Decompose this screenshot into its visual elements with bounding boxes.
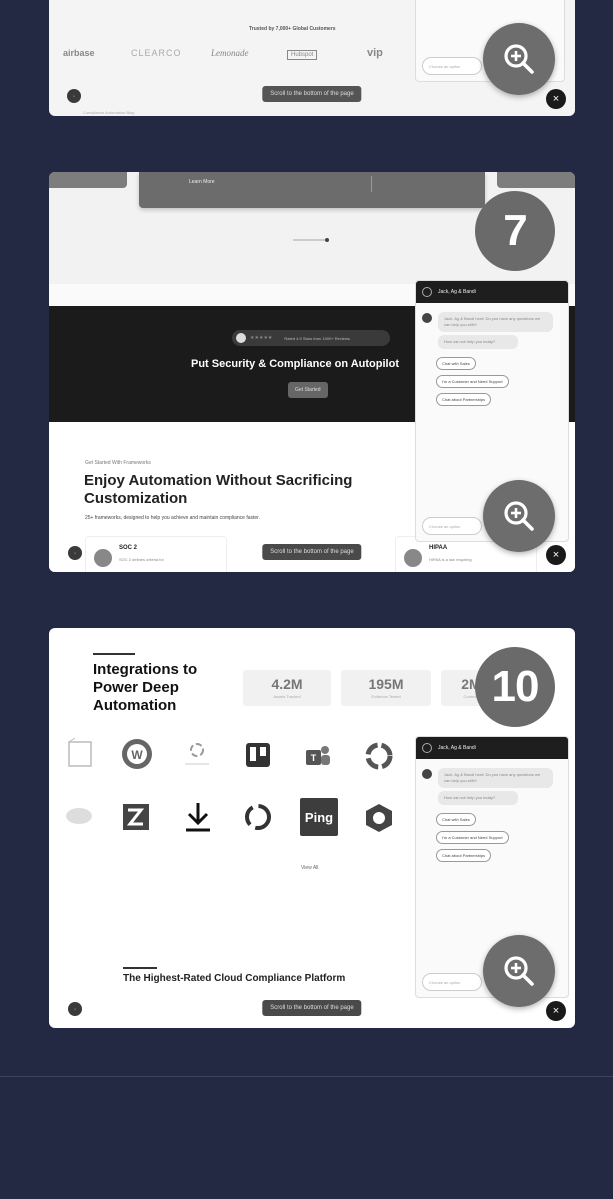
zoom-in-icon[interactable] [483, 23, 555, 95]
logo-clearco: CLEARCO [131, 48, 182, 58]
integrations-heading: Integrations to Power Deep Automation [93, 661, 197, 715]
integration-icon-ping[interactable]: Ping [300, 798, 338, 836]
close-icon[interactable]: × [546, 1001, 566, 1021]
scroll-to-bottom-button[interactable]: Scroll to the bottom of the page [262, 1000, 362, 1016]
chat-header: Jack, Ag & Bandi [416, 281, 568, 303]
widget-icon[interactable]: · [68, 1002, 82, 1016]
learn-more-link[interactable]: Learn More [189, 179, 215, 185]
stars-icon: ★★★★★ [250, 335, 273, 341]
integration-icon-cube[interactable] [65, 738, 95, 774]
chat-bubble: How can we help you today? [438, 335, 518, 349]
chat-option[interactable]: I'm a Customer and Need Support [436, 375, 509, 388]
heading-line: Integrations to [93, 661, 198, 678]
card-desc: SOC 2 defines criteria for [119, 557, 164, 562]
close-icon[interactable]: × [546, 545, 566, 565]
card-title: HIPAA [429, 545, 448, 551]
integration-icon-wordpress[interactable]: W [121, 738, 153, 770]
reviews-pill: ★★★★★ Rated 4.9 Stars from 1000+ Reviews [232, 330, 390, 346]
chat-bubble: How can we help you today? [438, 791, 518, 805]
svg-text:W: W [131, 748, 143, 762]
bot-avatar-icon [422, 769, 432, 779]
page-divider [0, 1076, 613, 1077]
eyebrow: Get Started With Frameworks [85, 460, 151, 466]
svg-text:T: T [311, 753, 317, 763]
chat-avatar-icon [422, 743, 432, 753]
top-panel-center: Learn More [139, 172, 485, 208]
soc2-icon [94, 549, 112, 567]
integration-icon-teams[interactable]: T [303, 742, 333, 770]
top-panel-right [497, 172, 575, 188]
footer-link[interactable]: Compliance Automation Blog [83, 110, 134, 115]
integration-icon-ring[interactable] [179, 738, 215, 772]
chat-input[interactable]: Choose an option [422, 973, 482, 991]
scroll-to-bottom-button[interactable]: Scroll to the bottom of the page [262, 86, 362, 102]
chat-title: Jack, Ag & Bandi [438, 745, 476, 751]
stat-value: 195M [368, 676, 404, 692]
chat-option[interactable]: I'm a Customer and Need Support [436, 831, 509, 844]
heading-accent-line [93, 653, 135, 655]
stat-value: 4.2M [271, 676, 303, 692]
integration-icon-trello[interactable] [245, 742, 271, 768]
integration-icon-zendesk[interactable] [121, 802, 151, 832]
panel-divider [371, 176, 372, 192]
heading-line: Power Deep [93, 679, 179, 696]
bot-avatar-icon [422, 313, 432, 323]
carousel-dots[interactable] [293, 238, 329, 242]
logo-vip: vip [367, 47, 383, 59]
step-number-badge: 10 [475, 647, 555, 727]
heading-line: Automation [93, 697, 177, 714]
widget-icon[interactable]: · [67, 89, 81, 103]
chat-option[interactable]: Chat with Sales [436, 813, 476, 826]
integration-icon-swirl[interactable] [243, 802, 273, 832]
chat-bubble: Jack, Ag & Bandi here! Do you have any q… [438, 768, 553, 788]
download-icon[interactable] [183, 800, 213, 834]
bottom-accent-line [123, 967, 157, 969]
top-panel-left [49, 172, 127, 188]
widget-icon[interactable]: · [68, 546, 82, 560]
chat-option[interactable]: Chat about Partnerships [436, 849, 492, 862]
logo-lemonade: Lemonade [211, 48, 249, 58]
logo-hubspot: Hubspot [287, 50, 318, 60]
section-heading-line1: Enjoy Automation Without Sacrificing [84, 472, 353, 489]
reviews-text: Rated 4.9 Stars from 1000+ Reviews [284, 335, 350, 341]
bottom-title: The Highest-Rated Cloud Compliance Platf… [123, 973, 346, 984]
integration-icon-hexagon[interactable] [363, 802, 395, 834]
chat-title: Jack, Ag & Bandi [438, 289, 476, 295]
logo-airbase: airbase [63, 48, 95, 58]
chat-input[interactable]: Choose an option [422, 517, 482, 535]
chat-header: Jack, Ag & Bandi [416, 737, 568, 759]
chat-option[interactable]: Chat about Partnerships [436, 393, 492, 406]
ping-label: Ping [304, 809, 334, 825]
trusted-text: Trusted by 7,000+ Global Customers [249, 26, 336, 32]
section-heading-line2: Customization [84, 490, 188, 507]
integration-icon-circle[interactable] [363, 740, 395, 772]
integration-icon-cloud[interactable] [65, 804, 95, 828]
stat-label: Assets Tracked [273, 694, 301, 699]
section-subtext: 25+ frameworks, designed to help you ach… [85, 515, 260, 521]
close-icon[interactable]: × [546, 89, 566, 109]
stat-label: Evidence Tested [371, 694, 401, 699]
scroll-to-bottom-button[interactable]: Scroll to the bottom of the page [262, 544, 362, 560]
chat-bubble: Jack, Ag & Bandi here! Do you have any q… [438, 312, 553, 332]
get-started-button[interactable]: Get Started [288, 382, 328, 398]
zoom-in-icon[interactable] [483, 935, 555, 1007]
chat-input[interactable]: Choose an option [422, 57, 482, 75]
card-title: SOC 2 [119, 545, 138, 551]
view-all-link[interactable]: View All [301, 865, 318, 871]
framework-card-soc2[interactable]: SOC 2 SOC 2 defines criteria for [85, 536, 227, 572]
stat-evidence: 195M Evidence Tested [341, 670, 431, 706]
banner-title: Put Security & Compliance on Autopilot [191, 358, 399, 370]
card-desc: HIPAA is a law requiring [429, 557, 472, 562]
chat-option[interactable]: Chat with Sales [436, 357, 476, 370]
zoom-in-icon[interactable] [483, 480, 555, 552]
chat-avatar-icon [422, 287, 432, 297]
hipaa-icon [404, 549, 422, 567]
g2-icon [236, 333, 246, 343]
stat-assets: 4.2M Assets Tracked [243, 670, 331, 706]
step-number-badge: 7 [475, 191, 555, 271]
